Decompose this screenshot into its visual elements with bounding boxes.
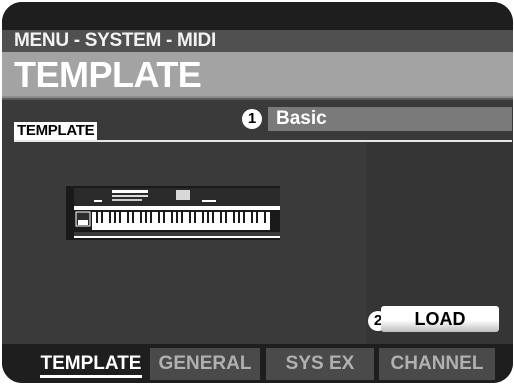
panel-divider — [2, 98, 513, 100]
section-underline — [14, 140, 512, 142]
tab-general-label: GENERAL — [158, 353, 252, 374]
tab-template[interactable]: TEMPLATE — [40, 348, 142, 380]
organ-keyboard-icon — [66, 186, 280, 240]
breadcrumb: MENU - SYSTEM - MIDI — [2, 30, 513, 52]
display-screen: MENU - SYSTEM - MIDI TEMPLATE TEMPLATE 1… — [2, 2, 513, 383]
tab-sys-ex[interactable]: SYS EX — [266, 348, 374, 380]
active-tab-indicator — [40, 375, 142, 378]
top-bar — [2, 2, 513, 30]
template-value-field[interactable]: Basic — [268, 107, 512, 131]
title-bar: TEMPLATE — [2, 52, 513, 98]
page-title: TEMPLATE — [14, 54, 202, 95]
tab-sys-ex-label: SYS EX — [285, 353, 355, 374]
tab-bar: TEMPLATE GENERAL SYS EX CHANNEL — [2, 344, 513, 383]
load-button[interactable]: LOAD — [381, 306, 499, 332]
main-panel: TEMPLATE 1 Basic 2 LOAD — [2, 98, 513, 344]
tab-channel-label: CHANNEL — [390, 353, 484, 374]
tab-channel[interactable]: CHANNEL — [379, 348, 495, 380]
tab-general[interactable]: GENERAL — [150, 348, 260, 380]
template-section-label: TEMPLATE — [14, 122, 98, 140]
callout-1-icon: 1 — [242, 109, 262, 129]
tab-template-label: TEMPLATE — [40, 353, 142, 374]
